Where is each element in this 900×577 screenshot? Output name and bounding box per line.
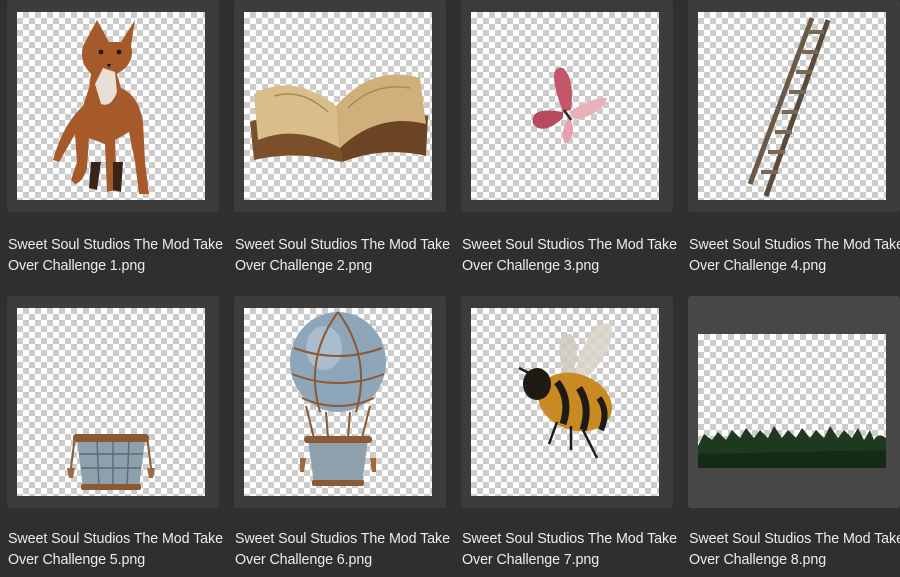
file-tile[interactable]: Sweet Soul Studios The Mod Take Over Cha… xyxy=(688,0,900,290)
file-name-line: Over Challenge 2.png xyxy=(235,257,373,274)
thumbnail[interactable] xyxy=(471,12,659,200)
file-name: Sweet Soul Studios The Mod Take Over Cha… xyxy=(235,529,450,570)
file-tile[interactable]: Sweet Soul Studios The Mod Take Over Cha… xyxy=(461,296,677,576)
fox-icon xyxy=(53,20,149,194)
butterfly-icon xyxy=(532,67,607,144)
file-name-line: Over Challenge 6.png xyxy=(235,551,373,568)
thumbnail-frame[interactable] xyxy=(688,0,900,212)
thumbnail[interactable] xyxy=(17,308,205,496)
ladder-icon xyxy=(747,17,831,197)
file-name-line: Sweet Soul Studios The Mod Take xyxy=(462,531,677,547)
file-name: Sweet Soul Studios The Mod Take Over Cha… xyxy=(689,529,900,570)
file-name: Sweet Soul Studios The Mod Take Over Cha… xyxy=(462,529,677,570)
file-name: Sweet Soul Studios The Mod Take Over Cha… xyxy=(235,235,450,276)
file-name-line: Sweet Soul Studios The Mod Take xyxy=(235,531,450,547)
file-name-line: Sweet Soul Studios The Mod Take xyxy=(8,237,223,253)
file-name-line: Over Challenge 7.png xyxy=(462,551,600,568)
thumbnail[interactable] xyxy=(698,334,886,468)
file-tile[interactable]: Sweet Soul Studios The Mod Take Over Cha… xyxy=(234,0,450,290)
file-name-line: Over Challenge 8.png xyxy=(689,551,827,568)
file-tile[interactable]: Sweet Soul Studios The Mod Take Over Cha… xyxy=(461,0,677,290)
thumbnail-frame[interactable] xyxy=(234,0,446,212)
file-grid: Sweet Soul Studios The Mod Take Over Cha… xyxy=(0,0,900,577)
file-name-line: Sweet Soul Studios The Mod Take xyxy=(235,237,450,253)
thumbnail[interactable] xyxy=(17,12,205,200)
file-name: Sweet Soul Studios The Mod Take Over Cha… xyxy=(8,529,223,570)
file-name: Sweet Soul Studios The Mod Take Over Cha… xyxy=(689,235,900,276)
file-name-line: Over Challenge 1.png xyxy=(8,257,146,274)
file-name-line: Sweet Soul Studios The Mod Take xyxy=(8,531,223,547)
thumbnail[interactable] xyxy=(698,12,886,200)
thumbnail-frame[interactable] xyxy=(461,0,673,212)
file-tile[interactable]: Sweet Soul Studios The Mod Take Over Cha… xyxy=(7,0,223,290)
thumbnail-frame[interactable] xyxy=(7,296,219,508)
file-tile[interactable]: Sweet Soul Studios The Mod Take Over Cha… xyxy=(234,296,450,576)
file-name-line: Over Challenge 5.png xyxy=(8,551,146,568)
thumbnail[interactable] xyxy=(244,12,432,200)
thumbnail[interactable] xyxy=(244,308,432,496)
file-tile[interactable]: Sweet Soul Studios The Mod Take Over Cha… xyxy=(688,296,900,576)
thumbnail[interactable] xyxy=(471,308,659,496)
file-name: Sweet Soul Studios The Mod Take Over Cha… xyxy=(462,235,677,276)
basket-icon xyxy=(67,434,155,490)
hot-air-balloon-icon xyxy=(290,311,386,486)
thumbnail-frame[interactable] xyxy=(234,296,446,508)
file-name: Sweet Soul Studios The Mod Take Over Cha… xyxy=(8,235,223,276)
file-name-line: Over Challenge 3.png xyxy=(462,257,600,274)
thumbnail-frame[interactable] xyxy=(461,296,673,508)
file-name-line: Over Challenge 4.png xyxy=(689,257,827,274)
open-book-icon xyxy=(250,74,428,162)
thumbnail-frame[interactable] xyxy=(7,0,219,212)
file-name-line: Sweet Soul Studios The Mod Take xyxy=(689,237,900,253)
bee-icon xyxy=(518,323,612,459)
file-name-line: Sweet Soul Studios The Mod Take xyxy=(689,531,900,547)
grass-icon xyxy=(698,426,886,468)
file-tile[interactable]: Sweet Soul Studios The Mod Take Over Cha… xyxy=(7,296,223,576)
thumbnail-frame[interactable] xyxy=(688,296,900,508)
file-name-line: Sweet Soul Studios The Mod Take xyxy=(462,237,677,253)
